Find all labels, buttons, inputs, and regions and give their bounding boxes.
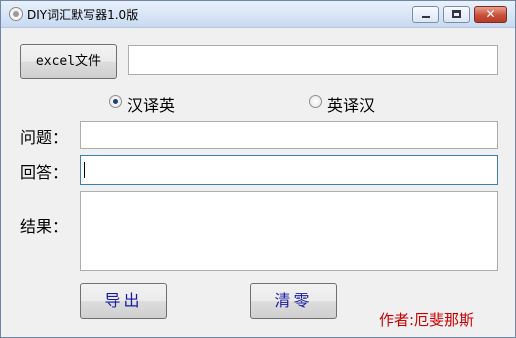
close-icon: ✕ (485, 7, 496, 21)
close-button[interactable]: ✕ (474, 6, 507, 23)
file-path-input[interactable] (128, 45, 498, 75)
text-caret (84, 162, 85, 178)
clear-button[interactable]: 清零 (250, 283, 337, 319)
question-field[interactable] (80, 121, 498, 149)
app-window: DIY词汇默写器1.0版 ✕ excel文件 汉译英 英译汉 问题： 回答： 结… (0, 0, 516, 338)
maximize-icon (452, 10, 461, 18)
result-label: 结果： (20, 217, 69, 236)
excel-file-button[interactable]: excel文件 (20, 44, 117, 79)
minimize-button[interactable] (412, 6, 439, 23)
radio-selected-dot (113, 99, 118, 104)
export-button[interactable]: 导出 (80, 283, 167, 319)
window-title: DIY词汇默写器1.0版 (27, 8, 139, 22)
radio-en-to-cn[interactable] (309, 95, 322, 108)
minimize-icon (422, 16, 430, 18)
result-area[interactable] (80, 191, 498, 271)
author-credit: 作者:厄斐那斯 (379, 311, 475, 329)
answer-label: 回答： (20, 163, 69, 182)
title-bar[interactable]: DIY词汇默写器1.0版 ✕ (1, 1, 515, 28)
answer-field[interactable] (80, 155, 498, 185)
maximize-button[interactable] (443, 6, 470, 23)
radio-cn-to-en[interactable] (109, 95, 122, 108)
app-icon (9, 7, 23, 21)
question-label: 问题： (20, 128, 69, 147)
radio-en-to-cn-label[interactable]: 英译汉 (327, 92, 375, 116)
radio-cn-to-en-label[interactable]: 汉译英 (127, 92, 175, 116)
